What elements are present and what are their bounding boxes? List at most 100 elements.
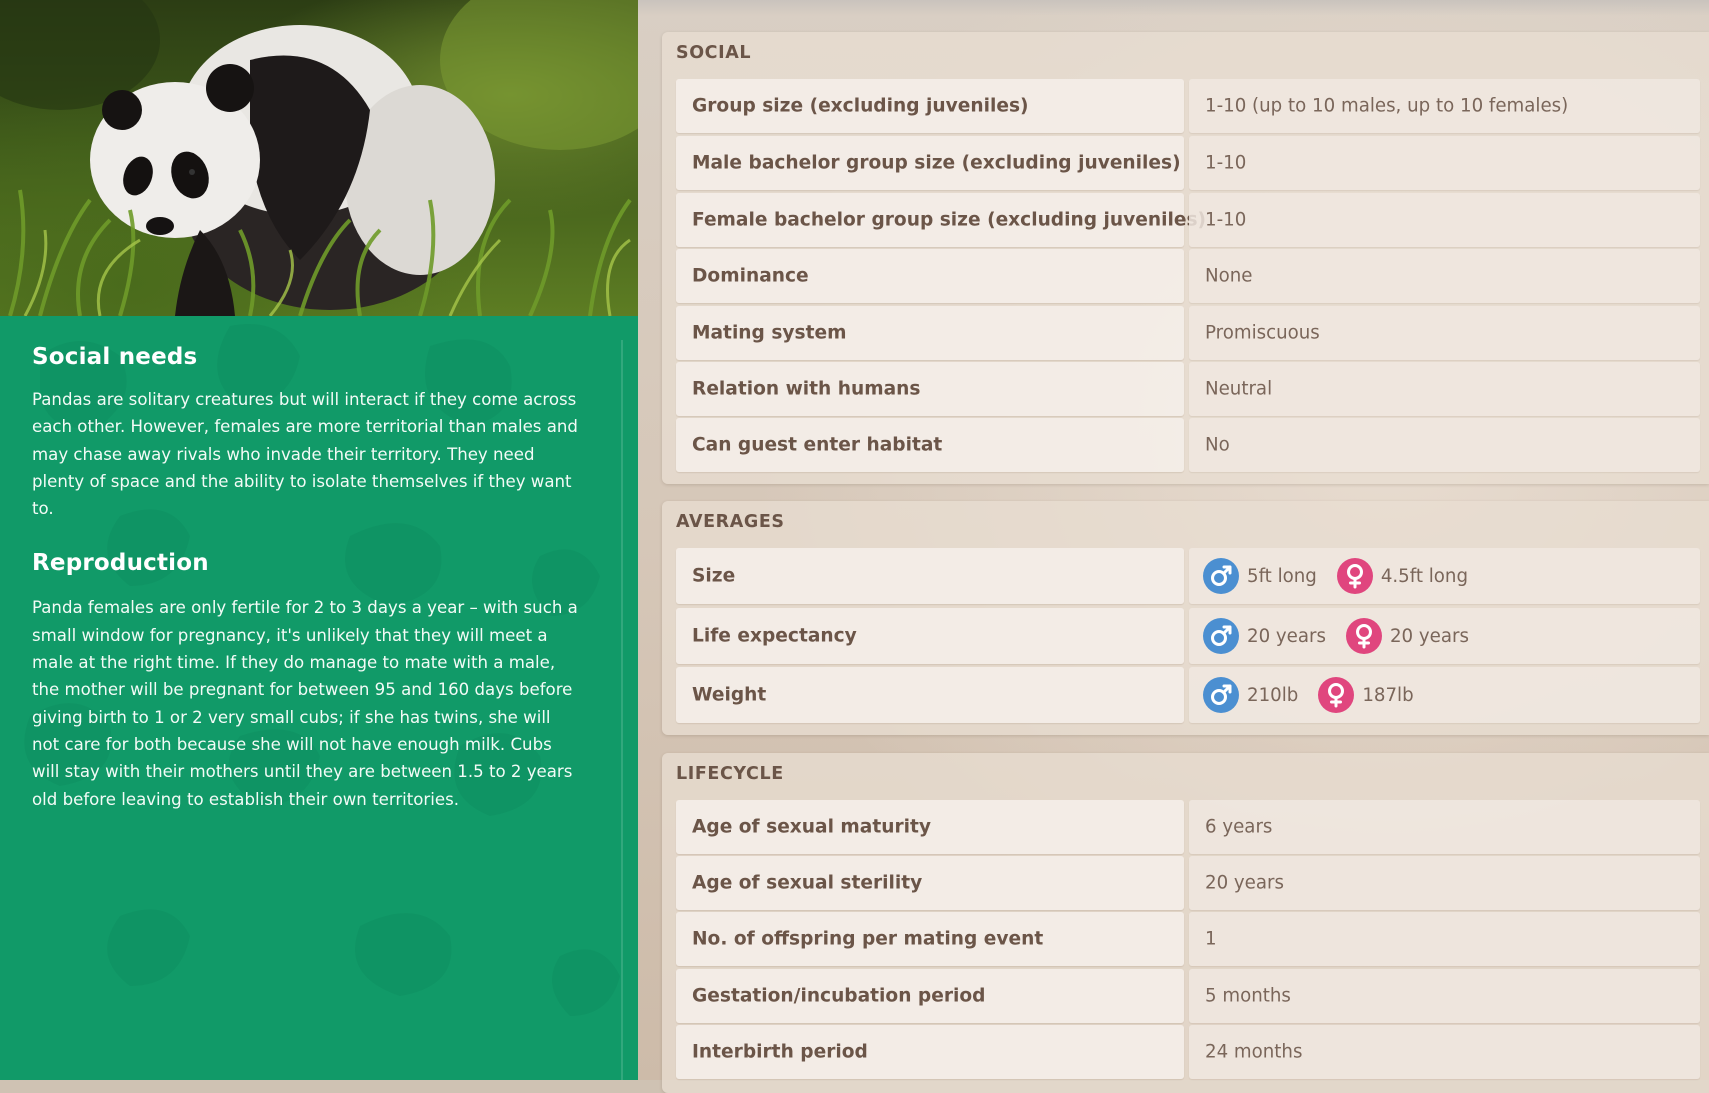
row-value: 24 months <box>1205 1041 1303 1063</box>
row-value: 1-10 (up to 10 males, up to 10 females) <box>1205 95 1569 117</box>
row-label-cell: Mating system <box>676 306 1184 360</box>
row-value-cell: 1-10 <box>1189 193 1700 247</box>
table-row: Male bachelor group size (excluding juve… <box>676 136 1700 190</box>
row-value: 1-10 <box>1205 209 1247 231</box>
row-label-cell: Male bachelor group size (excluding juve… <box>676 136 1184 190</box>
sex-values: 20 years 20 years <box>1203 618 1489 654</box>
row-value: Promiscuous <box>1205 322 1320 344</box>
row-value: 1-10 <box>1205 152 1247 174</box>
male-symbol-icon <box>1203 558 1239 594</box>
table-row: Group size (excluding juveniles) 1-10 (u… <box>676 79 1700 133</box>
reproduction-heading: Reproduction <box>32 550 209 577</box>
table-row: Female bachelor group size (excluding ju… <box>676 193 1700 247</box>
table-row: Relation with humans Neutral <box>676 362 1700 416</box>
row-label: Interbirth period <box>692 1041 868 1063</box>
row-label-cell: Size <box>676 548 1184 604</box>
averages-section: AVERAGES Size 5ft long 4.5ft long Life e… <box>662 501 1709 735</box>
social-needs-heading: Social needs <box>32 344 198 370</box>
table-row: Mating system Promiscuous <box>676 306 1700 360</box>
row-label-cell: Gestation/incubation period <box>676 969 1184 1023</box>
table-row: Age of sexual maturity 6 years <box>676 800 1700 854</box>
table-row: Can guest enter habitat No <box>676 418 1700 472</box>
table-row: Weight 210lb 187lb <box>676 667 1700 723</box>
sex-values: 210lb 187lb <box>1203 677 1434 713</box>
row-label-cell: Age of sexual sterility <box>676 856 1184 910</box>
row-label: Group size (excluding juveniles) <box>692 95 1029 117</box>
table-row: Life expectancy 20 years 20 years <box>676 608 1700 664</box>
row-value-cell: Neutral <box>1189 362 1700 416</box>
row-value-cell: Promiscuous <box>1189 306 1700 360</box>
row-value: 1 <box>1205 928 1217 950</box>
table-row: Gestation/incubation period 5 months <box>676 969 1700 1023</box>
row-value-cell: 1-10 <box>1189 136 1700 190</box>
table-row: Size 5ft long 4.5ft long <box>676 548 1700 604</box>
row-label-cell: No. of offspring per mating event <box>676 912 1184 966</box>
male-value: 210lb <box>1247 684 1299 706</box>
row-value-cell: 24 months <box>1189 1025 1700 1079</box>
table-row: No. of offspring per mating event 1 <box>676 912 1700 966</box>
social-needs-text: Pandas are solitary creatures but will i… <box>32 390 578 519</box>
section-title-lifecycle: LIFECYCLE <box>676 764 784 784</box>
stats-panel: SOCIAL Group size (excluding juveniles) … <box>638 0 1709 1093</box>
panel-divider <box>621 340 623 1080</box>
male-value: 5ft long <box>1247 565 1317 587</box>
row-label: Age of sexual sterility <box>692 872 923 894</box>
row-label: Weight <box>692 684 767 706</box>
info-panel: Social needs Pandas are solitary creatur… <box>0 0 638 1080</box>
row-label: Life expectancy <box>692 625 857 647</box>
table-row: Interbirth period 24 months <box>676 1025 1700 1079</box>
row-value-cell: 6 years <box>1189 800 1700 854</box>
row-value-cell: 20 years <box>1189 856 1700 910</box>
row-value-cell: 1-10 (up to 10 males, up to 10 females) <box>1189 79 1700 133</box>
row-label-cell: Weight <box>676 667 1184 723</box>
section-title-averages: AVERAGES <box>676 512 785 532</box>
row-label-cell: Interbirth period <box>676 1025 1184 1079</box>
row-label: No. of offspring per mating event <box>692 928 1044 950</box>
row-value-cell: 20 years 20 years <box>1189 608 1700 664</box>
row-label-cell: Female bachelor group size (excluding ju… <box>676 193 1206 247</box>
row-value: No <box>1205 434 1230 456</box>
row-value: None <box>1205 265 1253 287</box>
female-value: 4.5ft long <box>1380 565 1469 587</box>
row-label: Size <box>692 565 736 587</box>
male-symbol-icon <box>1203 618 1239 654</box>
row-label-cell: Group size (excluding juveniles) <box>676 79 1184 133</box>
female-symbol-icon <box>1318 677 1355 713</box>
description-block: Social needs Pandas are solitary creatur… <box>32 344 582 813</box>
row-label: Relation with humans <box>692 378 921 400</box>
row-label: Age of sexual maturity <box>692 816 932 838</box>
male-value: 20 years <box>1247 625 1326 647</box>
row-value: Neutral <box>1205 378 1273 400</box>
panda-illustration <box>0 0 638 316</box>
female-value: 187lb <box>1362 684 1414 706</box>
female-symbol-icon <box>1336 558 1373 594</box>
row-value-cell: 210lb 187lb <box>1189 667 1700 723</box>
row-label: Female bachelor group size (excluding ju… <box>692 209 1207 231</box>
row-value-cell: 5ft long 4.5ft long <box>1189 548 1700 604</box>
reproduction-text: Panda females are only fertile for 2 to … <box>32 598 578 809</box>
section-title-social: SOCIAL <box>676 43 752 63</box>
row-label: Can guest enter habitat <box>692 434 943 456</box>
female-symbol-icon <box>1345 618 1382 654</box>
row-value-cell: 5 months <box>1189 969 1700 1023</box>
row-value-cell: None <box>1189 249 1700 303</box>
row-label: Male bachelor group size (excluding juve… <box>692 152 1181 174</box>
row-value: 5 months <box>1205 985 1291 1007</box>
row-label-cell: Life expectancy <box>676 608 1184 664</box>
top-shadow <box>638 0 1709 16</box>
sex-values: 5ft long 4.5ft long <box>1203 558 1488 594</box>
male-symbol-icon <box>1203 677 1239 713</box>
row-value: 6 years <box>1205 816 1273 838</box>
table-row: Age of sexual sterility 20 years <box>676 856 1700 910</box>
row-label: Gestation/incubation period <box>692 985 986 1007</box>
row-value-cell: No <box>1189 418 1700 472</box>
panda-photo <box>0 0 638 316</box>
female-value: 20 years <box>1389 625 1469 647</box>
row-label: Mating system <box>692 322 847 344</box>
row-label-cell: Relation with humans <box>676 362 1184 416</box>
row-label-cell: Age of sexual maturity <box>676 800 1184 854</box>
table-row: Dominance None <box>676 249 1700 303</box>
row-label: Dominance <box>692 265 809 287</box>
row-label-cell: Can guest enter habitat <box>676 418 1184 472</box>
row-value-cell: 1 <box>1189 912 1700 966</box>
